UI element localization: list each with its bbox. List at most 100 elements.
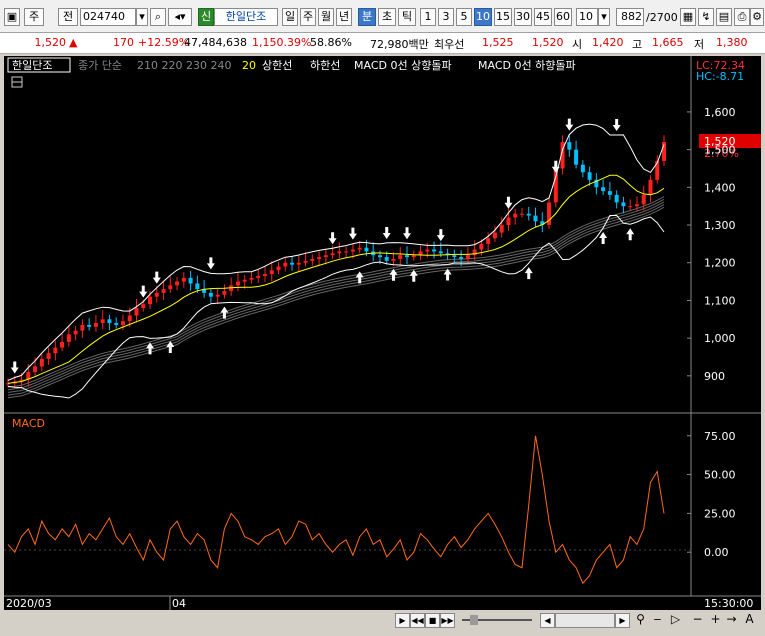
x-label-start: 2020/03 <box>6 597 52 610</box>
play-icon[interactable]: ▶ <box>395 613 410 628</box>
candle-body <box>344 251 349 253</box>
trade-amount: 72,980백만 <box>370 38 429 51</box>
candle-body <box>262 274 267 276</box>
candle-body <box>154 292 159 297</box>
candle-body <box>384 257 389 261</box>
rewind-icon[interactable]: ◀◀ <box>410 613 425 628</box>
macd-tick-label: 0.00 <box>704 546 729 559</box>
chevron-down-icon[interactable]: ▾ <box>136 8 148 26</box>
new-badge: 신 <box>198 8 214 26</box>
up-arrow-icon: ▲ <box>69 36 78 49</box>
macd-down-arrow <box>328 232 337 245</box>
scroll-left-icon[interactable]: ◀ <box>540 613 555 628</box>
candle-body <box>249 277 254 280</box>
sound-icon[interactable]: ◂▾ <box>168 8 192 26</box>
position-input[interactable]: 882 <box>616 8 644 26</box>
macd-up-arrow <box>599 232 608 245</box>
kind-select[interactable]: 주 <box>24 8 44 26</box>
candle-body <box>283 262 288 267</box>
minute-5[interactable]: 5 <box>456 8 472 26</box>
candle-body <box>492 232 497 239</box>
grid-icon[interactable]: ▦ <box>680 8 696 26</box>
stop-icon[interactable]: ■ <box>425 613 440 628</box>
scroll-right-icon[interactable]: ▶ <box>615 613 630 628</box>
price-tick-label: 1,100 <box>704 294 736 307</box>
minute-1[interactable]: 1 <box>420 8 436 26</box>
chart-area[interactable]: 한일단조 종가 단순 210 220 230 240 20 상한선 하한선 MA… <box>4 56 761 610</box>
candle-body <box>208 292 213 297</box>
minimize-chart-icon[interactable]: ‒ <box>650 613 665 628</box>
search-icon[interactable]: ⌕ <box>150 8 166 26</box>
save-icon[interactable]: ▤ <box>716 8 732 26</box>
candle-body <box>269 270 274 275</box>
magnify-icon[interactable]: ⚲ <box>633 613 648 628</box>
forward-icon[interactable]: ▶▶ <box>440 613 455 628</box>
candle-body <box>391 258 396 261</box>
candle-body <box>526 213 531 216</box>
ma20-legend: 20 <box>242 59 256 72</box>
period-tick[interactable]: 틱 <box>398 8 416 26</box>
minute-60[interactable]: 60 <box>554 8 572 26</box>
print-icon[interactable]: ⎙ <box>734 8 750 26</box>
candle-body <box>181 277 186 282</box>
candle-body <box>425 249 430 252</box>
candle-body <box>290 262 295 265</box>
candle-body <box>134 307 139 316</box>
minute-45[interactable]: 45 <box>534 8 552 26</box>
gear-icon[interactable]: ⚙ <box>750 8 764 26</box>
horizontal-scrollbar[interactable] <box>555 613 615 628</box>
candle-body <box>323 255 328 258</box>
candle-body <box>628 206 633 208</box>
candle-body <box>621 202 626 207</box>
candle-body <box>486 238 491 244</box>
candle-body <box>161 289 166 293</box>
candle-body <box>120 321 125 325</box>
macd-down-arrow <box>152 271 161 284</box>
candle-body <box>303 260 308 263</box>
price-change: 170 <box>113 36 134 49</box>
volume-rate: 1,150.39% <box>252 36 312 49</box>
auto-scale-icon[interactable]: A <box>742 613 757 628</box>
count-input[interactable]: 10 <box>576 8 598 26</box>
candle-body <box>276 266 281 271</box>
minute-3[interactable]: 3 <box>438 8 454 26</box>
price-tick-label: 900 <box>704 370 725 383</box>
chart-tool-icon[interactable]: ↯ <box>698 8 714 26</box>
candle-body <box>438 251 443 254</box>
stock-legend[interactable]: 한일단조 <box>12 58 52 72</box>
scroll-end-icon[interactable]: ▷ <box>668 613 683 628</box>
macd-tick-label: 50.00 <box>704 469 736 482</box>
macd-down-arrow <box>10 361 19 374</box>
zoom-slider-thumb[interactable] <box>470 615 478 625</box>
macd-down-arrow <box>551 160 560 173</box>
volume: 47,484,638 <box>184 36 247 49</box>
minute-15[interactable]: 15 <box>494 8 512 26</box>
period-type[interactable]: 전 <box>58 8 78 26</box>
period-minute[interactable]: 분 <box>358 8 376 26</box>
open-price: 1,420 <box>592 36 624 49</box>
price-tick-label: 1,500 <box>704 144 736 157</box>
macd-down-arrow <box>403 227 412 240</box>
candle-body <box>641 194 646 205</box>
zoom-in-icon[interactable]: + <box>708 613 723 628</box>
period-month[interactable]: 월 <box>318 8 334 26</box>
minute-30[interactable]: 30 <box>514 8 532 26</box>
zoom-out-icon[interactable]: − <box>690 613 705 628</box>
macd-down-arrow <box>565 118 574 131</box>
stock-name[interactable]: 한일단조 <box>214 8 278 26</box>
period-day[interactable]: 일 <box>282 8 298 26</box>
period-year[interactable]: 년 <box>336 8 352 26</box>
minute-10[interactable]: 10 <box>474 8 492 26</box>
macd-down-arrow <box>612 119 621 132</box>
ask-price: 1,525 <box>482 36 514 49</box>
period-week[interactable]: 주 <box>300 8 316 26</box>
candle-body <box>296 262 301 265</box>
turnover-rate: 58.86% <box>310 36 352 49</box>
macd-down-arrow <box>139 285 148 298</box>
collapse-icon[interactable]: → <box>724 613 739 628</box>
window-icon[interactable]: ▣ <box>4 8 20 26</box>
chart-canvas[interactable]: 한일단조 종가 단순 210 220 230 240 20 상한선 하한선 MA… <box>4 56 761 610</box>
chevron-down-icon[interactable]: ▾ <box>598 8 610 26</box>
code-input[interactable]: 024740 <box>80 8 136 26</box>
period-second[interactable]: 초 <box>378 8 396 26</box>
